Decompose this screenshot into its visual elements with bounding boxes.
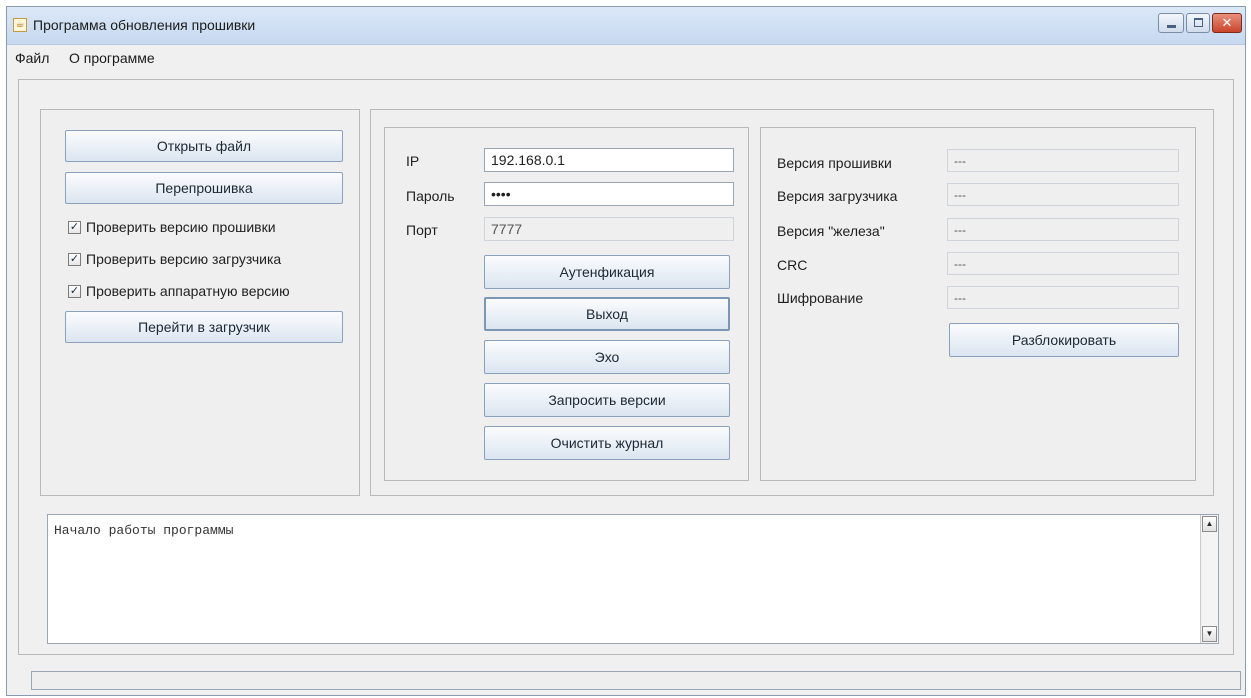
- request-versions-button[interactable]: Запросить версии: [484, 383, 730, 417]
- firmware-version-label: Версия прошивки: [777, 155, 892, 171]
- port-input[interactable]: [484, 217, 734, 241]
- crc-field[interactable]: [947, 252, 1179, 275]
- hardware-version-field[interactable]: [947, 218, 1179, 241]
- check-firmware-version-checkbox[interactable]: ✓: [68, 221, 81, 234]
- check-hardware-version-checkbox[interactable]: ✓: [68, 285, 81, 298]
- scroll-down-button[interactable]: ▼: [1202, 626, 1217, 642]
- check-bootloader-version-checkbox[interactable]: ✓: [68, 253, 81, 266]
- echo-button[interactable]: Эхо: [484, 340, 730, 374]
- bootloader-version-field[interactable]: [947, 183, 1179, 206]
- check-bootloader-version-label: Проверить версию загрузчика: [86, 251, 282, 267]
- java-app-icon: ☕: [13, 18, 27, 32]
- connection-panel: IP Пароль Порт Аутенфикация Выход Эхо За…: [384, 127, 749, 481]
- menu-file[interactable]: Файл: [15, 50, 49, 66]
- close-icon: ✕: [1221, 15, 1233, 30]
- progress-bar: [31, 671, 1241, 690]
- log-textarea[interactable]: Начало работы программы ▲ ▼: [47, 514, 1219, 644]
- goto-bootloader-button[interactable]: Перейти в загрузчик: [65, 311, 343, 343]
- minimize-icon: [1167, 25, 1176, 28]
- exit-button[interactable]: Выход: [484, 297, 730, 331]
- check-firmware-version-label: Проверить версию прошивки: [86, 219, 276, 235]
- ip-label: IP: [406, 153, 420, 169]
- reflash-button[interactable]: Перепрошивка: [65, 172, 343, 204]
- ip-input[interactable]: [484, 148, 734, 172]
- menu-bar: Файл О программе: [7, 45, 1245, 69]
- maximize-icon: [1194, 18, 1203, 27]
- hardware-version-label: Версия "железа": [777, 223, 885, 239]
- minimize-button[interactable]: [1158, 13, 1184, 33]
- port-label: Порт: [406, 222, 438, 238]
- menu-about[interactable]: О программе: [69, 50, 155, 66]
- scroll-up-button[interactable]: ▲: [1202, 516, 1217, 532]
- password-input[interactable]: [484, 182, 734, 206]
- arrow-down-icon: ▼: [1205, 629, 1214, 638]
- log-scrollbar[interactable]: ▲ ▼: [1200, 515, 1218, 643]
- log-line: Начало работы программы: [54, 523, 234, 538]
- auth-button[interactable]: Аутенфикация: [484, 255, 730, 289]
- open-file-button[interactable]: Открыть файл: [65, 130, 343, 162]
- window-title: Программа обновления прошивки: [33, 17, 256, 33]
- info-panel: Версия прошивки Версия загрузчика Версия…: [760, 127, 1196, 481]
- title-bar[interactable]: ☕ Программа обновления прошивки ✕: [7, 7, 1245, 45]
- encryption-field[interactable]: [947, 286, 1179, 309]
- encryption-label: Шифрование: [777, 290, 864, 306]
- bootloader-version-label: Версия загрузчика: [777, 188, 898, 204]
- left-panel: Открыть файл Перепрошивка ✓ Проверить ве…: [40, 109, 360, 496]
- arrow-up-icon: ▲: [1205, 519, 1214, 528]
- password-label: Пароль: [406, 188, 455, 204]
- check-hardware-version-label: Проверить аппаратную версию: [86, 283, 290, 299]
- unlock-button[interactable]: Разблокировать: [949, 323, 1179, 357]
- maximize-button[interactable]: [1186, 13, 1210, 33]
- firmware-version-field[interactable]: [947, 149, 1179, 172]
- clear-log-button[interactable]: Очистить журнал: [484, 426, 730, 460]
- main-window: ☕ Программа обновления прошивки ✕ Файл О…: [6, 6, 1246, 696]
- close-button[interactable]: ✕: [1212, 13, 1242, 33]
- crc-label: CRC: [777, 257, 808, 273]
